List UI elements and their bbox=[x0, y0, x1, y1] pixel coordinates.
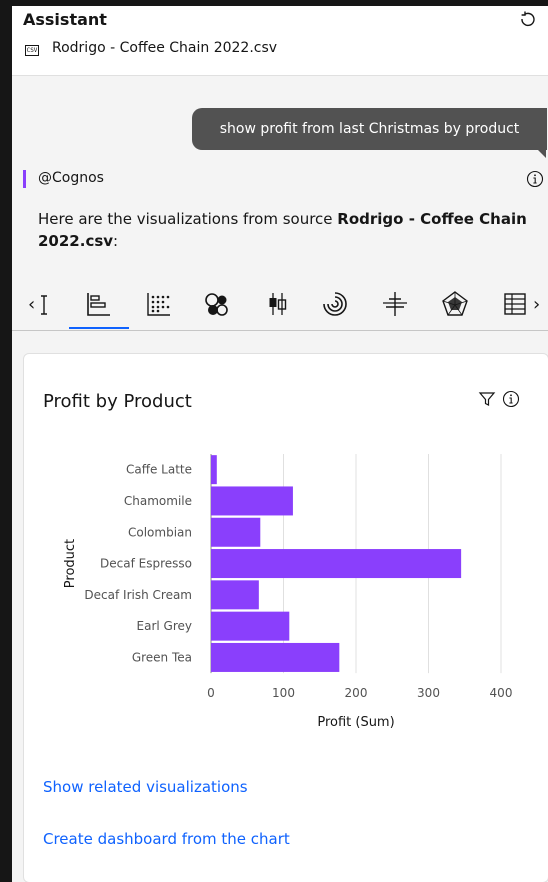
y-tick-label: Caffe Latte bbox=[126, 463, 192, 477]
dot-matrix-icon[interactable] bbox=[144, 289, 174, 319]
source-file-name: Rodrigo - Coffee Chain 2022.csv bbox=[52, 40, 278, 56]
bar bbox=[211, 642, 340, 672]
y-tick-label: Colombian bbox=[128, 525, 192, 539]
tabs-scroll-right-icon[interactable]: › bbox=[533, 294, 540, 315]
bullet-chart-icon[interactable] bbox=[380, 289, 410, 319]
bar bbox=[211, 611, 290, 641]
x-tick-label: 300 bbox=[417, 686, 440, 700]
x-axis-title: Profit (Sum) bbox=[317, 715, 394, 730]
speaker-accent bbox=[23, 170, 26, 188]
info-icon[interactable] bbox=[526, 170, 544, 188]
create-dashboard-link[interactable]: Create dashboard from the chart bbox=[43, 830, 290, 848]
bar bbox=[211, 455, 217, 485]
y-tick-label: Decaf Espresso bbox=[100, 557, 192, 571]
partial-tab-icon[interactable] bbox=[37, 289, 67, 319]
radar-chart-icon[interactable] bbox=[440, 289, 470, 319]
panel-title: Assistant bbox=[23, 10, 107, 29]
y-tick-label: Green Tea bbox=[132, 650, 192, 664]
assistant-panel: Assistant CSV Rodrigo - Coffee Chain 202… bbox=[12, 6, 548, 882]
chart-info-icon[interactable] bbox=[502, 390, 520, 408]
bubble-tail bbox=[536, 148, 546, 158]
table-icon[interactable] bbox=[500, 289, 530, 319]
csv-file-icon: CSV bbox=[25, 45, 39, 56]
bubble-chart-icon[interactable] bbox=[202, 289, 232, 319]
bar-chart-icon[interactable] bbox=[84, 289, 114, 319]
bar bbox=[211, 580, 259, 610]
assistant-speaker: @Cognos bbox=[38, 170, 104, 186]
x-tick-label: 100 bbox=[272, 686, 295, 700]
intro-suffix: : bbox=[113, 232, 119, 250]
y-tick-label: Chamomile bbox=[124, 494, 192, 508]
card-title: Profit by Product bbox=[43, 391, 192, 412]
bar bbox=[211, 549, 462, 579]
reset-icon[interactable] bbox=[517, 10, 537, 30]
profit-bar-chart: 0 100 200 300 400 Caffe Latte Chamomile Colombi… bbox=[63, 454, 513, 730]
tabs-scroll-left-icon[interactable]: ‹ bbox=[28, 294, 35, 315]
visualization-tabs: ‹ › bbox=[12, 284, 548, 331]
bar bbox=[211, 486, 293, 516]
x-tick-label: 200 bbox=[345, 686, 368, 700]
bar bbox=[211, 517, 261, 547]
assistant-intro: Here are the visualizations from source … bbox=[38, 208, 538, 252]
selected-tab-indicator bbox=[69, 327, 129, 329]
candlestick-icon[interactable] bbox=[262, 289, 292, 319]
x-tick-label: 0 bbox=[207, 686, 215, 700]
user-message: show profit from last Christmas by produ… bbox=[192, 108, 547, 150]
radial-chart-icon[interactable] bbox=[320, 289, 350, 319]
x-tick-label: 400 bbox=[490, 686, 513, 700]
y-axis-title: Product bbox=[63, 539, 78, 588]
filter-icon[interactable] bbox=[478, 390, 496, 408]
header: Assistant CSV Rodrigo - Coffee Chain 202… bbox=[12, 6, 548, 76]
visualization-card: Profit by Product 0 100 200 300 400 Caffe Lat… bbox=[23, 353, 548, 882]
show-related-visualizations-link[interactable]: Show related visualizations bbox=[43, 778, 248, 796]
y-tick-label: Decaf Irish Cream bbox=[84, 588, 192, 602]
y-tick-label: Earl Grey bbox=[137, 619, 192, 633]
intro-prefix: Here are the visualizations from source bbox=[38, 210, 338, 228]
